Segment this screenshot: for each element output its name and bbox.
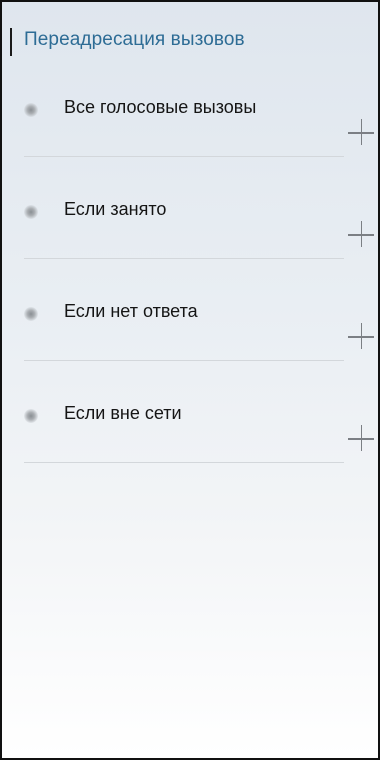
call-forwarding-screen: Переадресация вызовов Все голосовые вызо… [0, 0, 380, 760]
forward-option-unreachable[interactable]: Если вне сети [2, 400, 378, 470]
divider [24, 156, 344, 157]
plus-icon[interactable] [348, 323, 376, 351]
forward-option-label: Все голосовые вызовы [64, 97, 257, 117]
plus-icon[interactable] [348, 221, 376, 249]
forward-option-label: Если вне сети [64, 403, 182, 423]
status-dot-icon [24, 205, 38, 219]
status-dot-icon [24, 409, 38, 423]
header: Переадресация вызовов [2, 26, 378, 60]
plus-icon[interactable] [348, 425, 376, 453]
forward-option-label: Если нет ответа [64, 301, 198, 321]
divider [24, 360, 344, 361]
forward-option-busy[interactable]: Если занято [2, 196, 378, 266]
header-accent-bar [10, 28, 12, 56]
forward-option-all-calls[interactable]: Все голосовые вызовы [2, 94, 378, 164]
divider [24, 258, 344, 259]
page-title: Переадресация вызовов [24, 29, 245, 50]
status-dot-icon [24, 307, 38, 321]
forward-option-no-answer[interactable]: Если нет ответа [2, 298, 378, 368]
plus-icon[interactable] [348, 119, 376, 147]
status-dot-icon [24, 103, 38, 117]
divider [24, 462, 344, 463]
forward-option-label: Если занято [64, 199, 167, 219]
